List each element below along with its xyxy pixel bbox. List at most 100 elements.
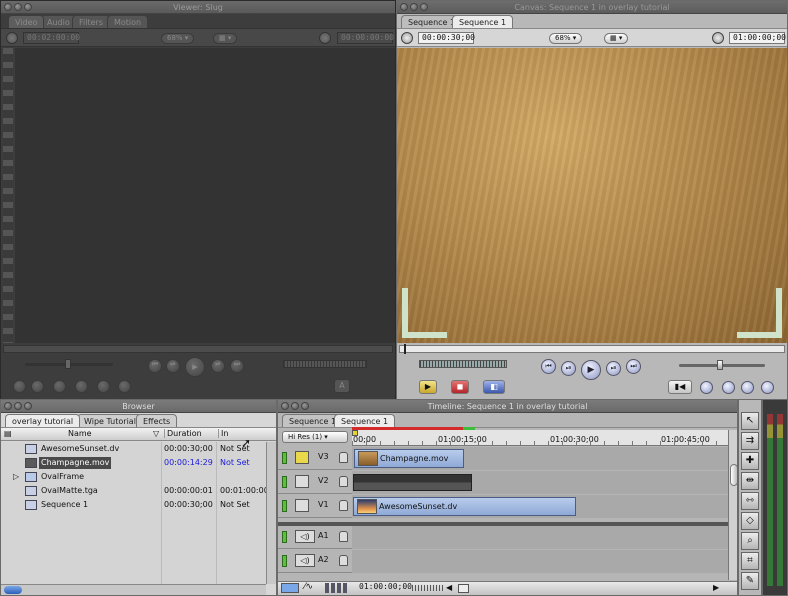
slip-tool-icon[interactable]: ⇿ [741, 492, 759, 510]
scroll-thumb[interactable] [730, 464, 737, 486]
tab-overlay-tutorial[interactable]: overlay tutorial [5, 414, 81, 427]
selection-tool-icon[interactable]: ↖ [741, 412, 759, 430]
insert-button[interactable]: ▶ [419, 380, 437, 394]
column-name[interactable]: Name [68, 429, 92, 438]
scroll-thumb[interactable] [4, 586, 22, 594]
track-enable-toggle[interactable] [282, 452, 287, 464]
track-size-icon[interactable] [325, 583, 347, 593]
canvas-titlebar[interactable]: Canvas: Sequence 1 in overlay tutorial [397, 1, 787, 14]
track-select-tool-icon[interactable]: ⇉ [741, 432, 759, 450]
viewer-current-time[interactable]: 00:00:00:00 [337, 32, 394, 44]
crop-tool-icon[interactable]: ⌗ [741, 552, 759, 570]
browser-titlebar[interactable]: Browser [1, 400, 276, 413]
play-in-out-button[interactable]: ⏯ [561, 361, 576, 376]
viewer-scrubber[interactable] [3, 345, 393, 353]
mark-clip-button[interactable] [118, 380, 131, 393]
viewer-jog-wheel[interactable] [283, 360, 367, 368]
canvas-jog-wheel[interactable] [419, 360, 507, 368]
track-enable-toggle[interactable] [282, 555, 287, 567]
viewer-view-popup[interactable]: ▦ ▾ [213, 33, 238, 44]
scroll-left-arrow[interactable]: ◀ [446, 583, 452, 592]
prev-edit-button[interactable]: ⏮ [541, 359, 556, 374]
clip-matte[interactable] [353, 474, 472, 491]
shuttle-thumb[interactable] [717, 360, 723, 370]
list-view-icon[interactable]: ▤ [4, 429, 12, 438]
canvas-playhead[interactable] [404, 344, 406, 354]
timeline-titlebar[interactable]: Timeline: Sequence 1 in overlay tutorial [278, 400, 737, 413]
window-buttons[interactable] [400, 3, 428, 11]
tab-filters[interactable]: Filters [72, 15, 110, 28]
tab-wipe-tutorial[interactable]: Wipe Tutorial [77, 414, 143, 427]
next-edit-button[interactable]: ⏭ [230, 359, 244, 373]
recent-clips-button[interactable]: A [334, 379, 350, 393]
lock-icon[interactable] [339, 452, 348, 463]
canvas-shuttle-slider[interactable] [679, 360, 765, 370]
next-edit-button[interactable]: ⏭ [626, 359, 641, 374]
prev-edit-button[interactable]: ⏮ [148, 359, 162, 373]
list-item[interactable]: ▷ OvalFrame [1, 470, 266, 484]
mark-in-button[interactable] [31, 380, 44, 393]
edit-select-tool-icon[interactable]: ✚ [741, 452, 759, 470]
play-button[interactable]: ▶ [185, 357, 205, 377]
play-in-out-button[interactable]: ⏯ [166, 359, 180, 373]
mark-clip-button[interactable] [722, 381, 735, 394]
track-enable-toggle[interactable] [282, 476, 287, 488]
tab-motion[interactable]: Motion [107, 15, 149, 28]
replace-button[interactable]: ◧ [483, 380, 505, 394]
browser-vscrollbar[interactable] [266, 442, 276, 584]
target-icon[interactable] [295, 499, 309, 512]
list-item[interactable]: AwesomeSunset.dv 00:00:30;00 Not Set [1, 442, 266, 456]
viewer-titlebar[interactable]: Viewer: Slug [1, 1, 395, 14]
list-item[interactable]: Champagne.mov 00:00:14:29 Not Set [1, 456, 266, 470]
lock-icon[interactable] [339, 500, 348, 511]
window-buttons[interactable] [4, 402, 32, 410]
zoom-slider[interactable] [412, 585, 444, 591]
canvas-scrubber[interactable] [399, 344, 785, 354]
tab-sequence-1-b[interactable]: Sequence 1 [334, 414, 396, 427]
shuttle-thumb[interactable] [65, 359, 71, 369]
timeline-vscrollbar[interactable] [728, 430, 737, 580]
track-enable-toggle[interactable] [282, 531, 287, 543]
timeline-ruler[interactable]: 00;00 01:00:15;00 01:00:30;00 01:00:45;0… [352, 430, 728, 446]
lock-icon[interactable] [339, 531, 348, 542]
viewer-zoom-popup[interactable]: 68% ▾ [161, 33, 195, 44]
razor-tool-icon[interactable]: ◇ [741, 512, 759, 530]
clip-awesome-sunset[interactable]: AwesomeSunset.dv [353, 497, 576, 516]
list-item[interactable]: Sequence 1 00:00:30;00 Not Set [1, 498, 266, 512]
canvas-view-popup[interactable]: ▦ ▾ [604, 33, 629, 44]
window-buttons[interactable] [281, 402, 309, 410]
speaker-icon[interactable]: ◁) [295, 554, 315, 567]
timeline-hscroll-thumb[interactable] [458, 584, 469, 593]
overwrite-button[interactable]: ◼ [451, 380, 469, 394]
resolution-popup[interactable]: Hi Res (1) ▾ [282, 431, 348, 443]
column-duration[interactable]: Duration [164, 429, 202, 438]
lock-icon[interactable] [339, 476, 348, 487]
play-around-button[interactable]: ⏯ [606, 361, 621, 376]
clip-champagne[interactable]: Champagne.mov [354, 449, 464, 468]
add-marker-button[interactable] [741, 381, 754, 394]
mark-in-button[interactable] [700, 381, 713, 394]
match-frame-button[interactable] [13, 380, 26, 393]
viewer-duration[interactable]: 00:02:00:00 [23, 32, 80, 44]
window-buttons[interactable] [4, 3, 32, 11]
tab-effects[interactable]: Effects [136, 414, 178, 427]
track-height-icon[interactable] [281, 583, 299, 593]
playhead-marker[interactable] [352, 430, 358, 436]
play-button[interactable]: ▶ [581, 360, 601, 380]
roll-tool-icon[interactable]: ⇹ [741, 472, 759, 490]
target-icon[interactable] [295, 475, 309, 488]
canvas-duration[interactable]: 00:00:30;00 [418, 32, 475, 44]
canvas-zoom-popup[interactable]: 68% ▾ [549, 33, 583, 44]
list-item[interactable]: OvalMatte.tga 00:00:00:01 00:01:00:00 [1, 484, 269, 498]
canvas-current-time[interactable]: 01:00:00;00 [729, 32, 786, 44]
add-marker-button[interactable] [75, 380, 88, 393]
track-enable-toggle[interactable] [282, 500, 287, 512]
zoom-tool-icon[interactable]: ⌕ [741, 532, 759, 550]
clip-overlay-icon[interactable]: ⁄∿ [304, 582, 313, 592]
lock-icon[interactable] [339, 555, 348, 566]
match-frame-button[interactable]: ▮◀ [668, 380, 692, 394]
keyframe-button[interactable] [97, 380, 110, 393]
tab-video[interactable]: Video [8, 15, 45, 28]
mark-out-button[interactable] [53, 380, 66, 393]
play-around-button[interactable]: ⏯ [211, 359, 225, 373]
